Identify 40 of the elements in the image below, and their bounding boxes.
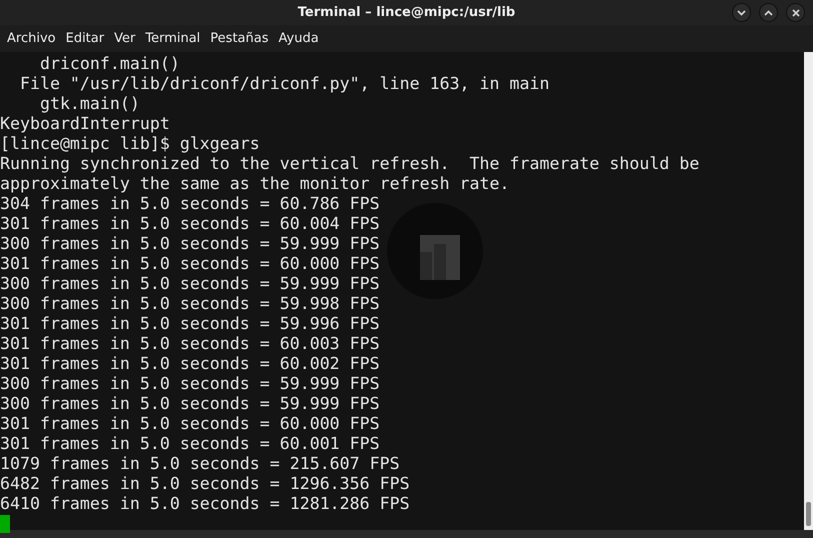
- cursor: [0, 515, 10, 533]
- terminal-line: 301 frames in 5.0 seconds = 60.004 FPS: [0, 214, 380, 233]
- terminal-line: 301 frames in 5.0 seconds = 60.003 FPS: [0, 334, 380, 353]
- terminal-line: 304 frames in 5.0 seconds = 60.786 FPS: [0, 194, 380, 213]
- terminal-line: 301 frames in 5.0 seconds = 60.001 FPS: [0, 434, 380, 453]
- terminal-line: 1079 frames in 5.0 seconds = 215.607 FPS: [0, 454, 400, 473]
- scrollbar-thumb[interactable]: [806, 502, 811, 526]
- terminal-line: File "/usr/lib/driconf/driconf.py", line 163, in main: [18, 74, 550, 93]
- maximize-button[interactable]: [759, 3, 778, 22]
- terminal-line: 301 frames in 5.0 seconds = 60.000 FPS: [0, 414, 380, 433]
- menu-item[interactable]: Ayuda: [274, 31, 324, 46]
- terminal-line: 300 frames in 5.0 seconds = 59.998 FPS: [0, 294, 380, 313]
- terminal-line: 301 frames in 5.0 seconds = 60.002 FPS: [0, 354, 380, 373]
- scrollbar[interactable]: [804, 52, 813, 530]
- menu-item[interactable]: Pestañas: [205, 31, 274, 46]
- terminal-line: 300 frames in 5.0 seconds = 59.999 FPS: [0, 234, 380, 253]
- terminal-line: 300 frames in 5.0 seconds = 59.999 FPS: [0, 394, 380, 413]
- terminal-line: 6482 frames in 5.0 seconds = 1296.356 FPS: [0, 474, 410, 493]
- chevron-down-icon: [737, 10, 746, 16]
- chevron-up-icon: [764, 10, 773, 16]
- logo-icon: [386, 202, 484, 300]
- terminal-line: [lince@mipc lib]$ glxgears: [0, 134, 260, 153]
- terminal-line: 301 frames in 5.0 seconds = 59.996 FPS: [0, 314, 380, 333]
- minimize-button[interactable]: [732, 3, 751, 22]
- terminal-line: KeyboardInterrupt: [0, 114, 170, 133]
- menu-item[interactable]: Archivo: [2, 31, 61, 46]
- menu-item[interactable]: Ver: [109, 31, 140, 46]
- terminal-line: 300 frames in 5.0 seconds = 59.999 FPS: [0, 274, 380, 293]
- terminal-line: 6410 frames in 5.0 seconds = 1281.286 FPS: [0, 494, 410, 513]
- terminal-line: 301 frames in 5.0 seconds = 60.000 FPS: [0, 254, 380, 273]
- window-title: Terminal – lince@mipc:/usr/lib: [298, 5, 516, 20]
- terminal-line: approximately the same as the monitor refresh rate.: [0, 174, 510, 193]
- menu-item[interactable]: Editar: [60, 31, 110, 46]
- terminal-line: gtk.main(): [38, 94, 140, 113]
- terminal-line: Running synchronized to the vertical refresh. The framerate should be: [0, 154, 700, 173]
- terminal-line: 300 frames in 5.0 seconds = 59.999 FPS: [0, 374, 380, 393]
- menu-item[interactable]: Terminal: [140, 31, 206, 46]
- close-icon: [792, 8, 800, 16]
- close-button[interactable]: [786, 3, 805, 22]
- terminal-line: driconf.main(): [38, 54, 180, 73]
